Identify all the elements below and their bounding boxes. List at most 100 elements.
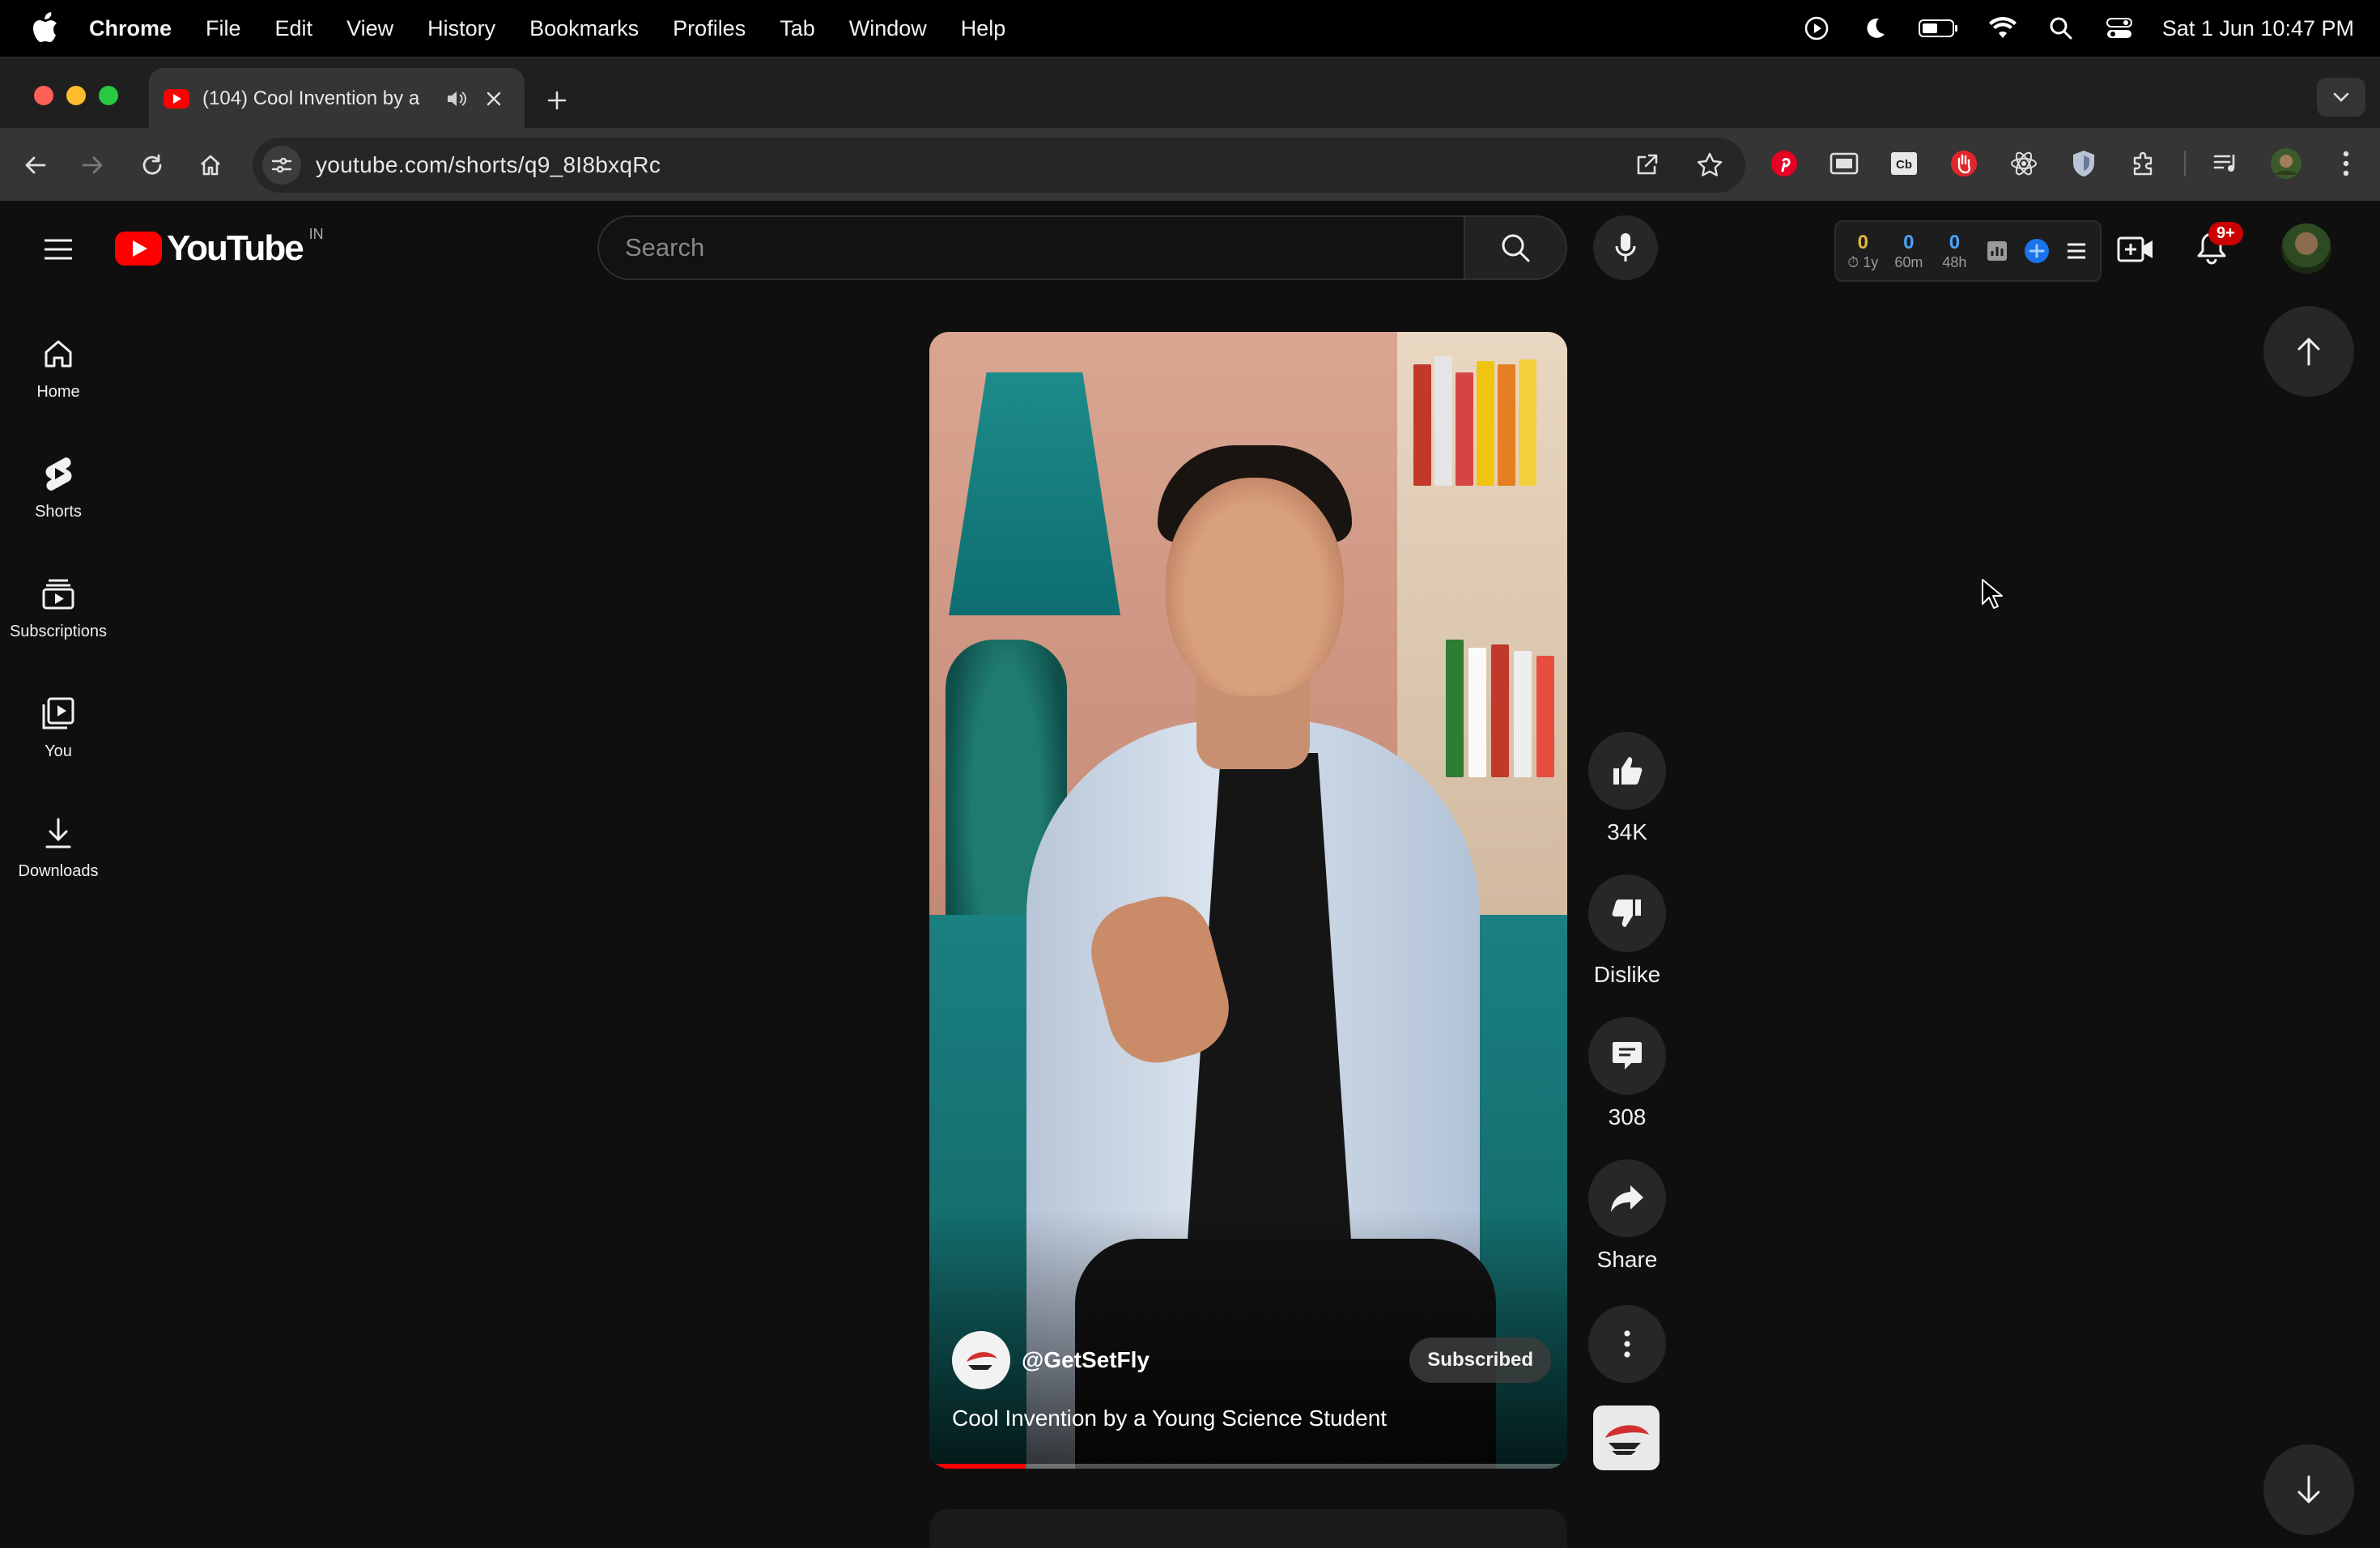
react-devtools-extension-icon[interactable] <box>2004 144 2043 183</box>
next-short-button[interactable] <box>2263 1444 2354 1535</box>
search-button[interactable] <box>1465 215 1567 280</box>
book-spine <box>1434 356 1452 486</box>
create-video-icon[interactable] <box>2114 228 2157 270</box>
tab-audio-playing-icon[interactable] <box>444 86 470 112</box>
extensions-puzzle-icon[interactable] <box>2124 144 2163 183</box>
wifi-icon[interactable] <box>1987 13 2018 44</box>
menu-history[interactable]: History <box>427 16 495 41</box>
window-controls <box>34 86 118 105</box>
reload-button[interactable] <box>133 146 172 185</box>
short-title[interactable]: Cool Invention by a Young Science Studen… <box>952 1406 1387 1431</box>
menu-window[interactable]: Window <box>849 16 927 41</box>
open-in-app-icon[interactable] <box>1627 146 1666 185</box>
stat-1y-label: ⏱ 1y <box>1847 253 1879 270</box>
minimize-window-button[interactable] <box>66 86 86 105</box>
menu-view[interactable]: View <box>346 16 393 41</box>
dislike-label: Dislike <box>1593 962 1661 987</box>
menu-app-name[interactable]: Chrome <box>89 16 172 41</box>
tab-title: (104) Cool Invention by a <box>202 87 420 109</box>
like-action: 34K <box>1587 732 1668 845</box>
profile-avatar-icon[interactable] <box>2267 144 2306 183</box>
more-vert-icon <box>1624 1330 1630 1358</box>
dislike-button[interactable] <box>1588 874 1666 952</box>
menu-bookmarks[interactable]: Bookmarks <box>529 16 639 41</box>
more-options-button[interactable] <box>1588 1305 1666 1383</box>
shorts-video-player[interactable]: @GetSetFly Subscribed Cool Invention by … <box>929 332 1567 1469</box>
sidebar-item-downloads[interactable]: Downloads <box>0 787 117 907</box>
comment-icon <box>1613 1042 1642 1070</box>
sidebar-item-you[interactable]: You <box>0 667 117 787</box>
picture-in-picture-extension-icon[interactable] <box>1825 144 1864 183</box>
shorts-icon <box>39 454 78 493</box>
control-center-icon[interactable] <box>2104 13 2135 44</box>
channel-avatar[interactable] <box>952 1331 1010 1389</box>
apple-menu-icon[interactable] <box>29 11 62 46</box>
menu-tab[interactable]: Tab <box>780 16 815 41</box>
menu-bar-clock[interactable]: Sat 1 Jun 10:47 PM <box>2162 16 2354 41</box>
you-icon <box>39 694 78 733</box>
short-actions: 34K Dislike 308 Share <box>1587 732 1668 1302</box>
blue-circle-extension-icon[interactable] <box>2021 235 2052 267</box>
bookmark-star-icon[interactable] <box>1690 146 1729 185</box>
pinterest-extension-icon[interactable] <box>1765 144 1804 183</box>
search-input[interactable]: Search <box>597 215 1465 280</box>
next-short-preview[interactable] <box>929 1509 1567 1548</box>
channel-logo-icon <box>1605 1425 1649 1455</box>
previous-short-button[interactable] <box>2263 306 2354 397</box>
channel-handle[interactable]: @GetSetFly <box>1022 1347 1150 1373</box>
forward-button[interactable] <box>73 146 112 185</box>
hand-stop-extension-icon[interactable] <box>1944 144 1983 183</box>
back-button[interactable] <box>16 146 55 185</box>
menu-file[interactable]: File <box>206 16 241 41</box>
home-button[interactable] <box>191 146 230 185</box>
dislike-action: Dislike <box>1587 874 1668 988</box>
subscribed-button[interactable]: Subscribed <box>1409 1337 1551 1383</box>
close-window-button[interactable] <box>34 86 53 105</box>
bar-chart-icon[interactable] <box>1982 235 2013 267</box>
chrome-menu-icon[interactable] <box>2327 144 2365 183</box>
like-button[interactable] <box>1588 732 1666 810</box>
address-bar[interactable]: youtube.com/shorts/q9_8I8bxqRc <box>253 138 1745 193</box>
zoom-window-button[interactable] <box>99 86 118 105</box>
tab-search-button[interactable] <box>2317 78 2365 117</box>
cb-extension-icon[interactable]: Cb <box>1885 144 1923 183</box>
menu-profiles[interactable]: Profiles <box>673 16 746 41</box>
stats-extension-widget[interactable]: 0 ⏱ 1y 0 60m 0 48h <box>1834 220 2102 282</box>
shield-extension-icon[interactable] <box>2064 144 2103 183</box>
video-progress-bar[interactable] <box>929 1464 1567 1469</box>
account-avatar[interactable] <box>2281 223 2331 274</box>
book-spine <box>1468 648 1486 777</box>
stat-60m-value: 0 <box>1903 231 1915 253</box>
voice-search-button[interactable] <box>1593 215 1658 280</box>
stat-60m: 0 60m <box>1890 232 1928 271</box>
sidebar-item-subscriptions[interactable]: Subscriptions <box>0 547 117 667</box>
url-text[interactable]: youtube.com/shorts/q9_8I8bxqRc <box>316 152 661 178</box>
focus-moon-icon[interactable] <box>1859 13 1890 44</box>
comments-button[interactable] <box>1588 1017 1666 1095</box>
arrow-up-icon <box>2297 338 2320 366</box>
sidebar-item-home[interactable]: Home <box>0 308 117 427</box>
sound-thumbnail[interactable] <box>1593 1406 1660 1470</box>
book-spine <box>1477 361 1494 486</box>
media-play-icon[interactable] <box>1801 13 1832 44</box>
guide-menu-icon[interactable] <box>39 230 78 269</box>
spotlight-search-icon[interactable] <box>2046 13 2076 44</box>
site-info-icon[interactable] <box>262 146 301 185</box>
stat-48h-value: 0 <box>1949 231 1961 253</box>
list-menu-icon[interactable] <box>2060 235 2092 267</box>
close-tab-icon[interactable] <box>481 86 507 112</box>
share-button[interactable] <box>1588 1159 1666 1237</box>
video-presenter-face <box>1166 478 1344 696</box>
media-controls-icon[interactable] <box>2207 144 2246 183</box>
sidebar-label-home: Home <box>36 382 80 401</box>
active-tab[interactable]: (104) Cool Invention by a <box>149 68 525 130</box>
menu-edit[interactable]: Edit <box>275 16 313 41</box>
sidebar-item-shorts[interactable]: Shorts <box>0 427 117 547</box>
battery-icon[interactable] <box>1918 13 1960 44</box>
book-spine <box>1498 364 1515 486</box>
macos-menu-bar: Chrome File Edit View History Bookmarks … <box>0 0 2380 57</box>
youtube-favicon-icon <box>164 89 189 108</box>
youtube-logo[interactable]: YouTube IN <box>115 226 324 269</box>
menu-help[interactable]: Help <box>961 16 1006 41</box>
new-tab-button[interactable] <box>541 84 573 117</box>
